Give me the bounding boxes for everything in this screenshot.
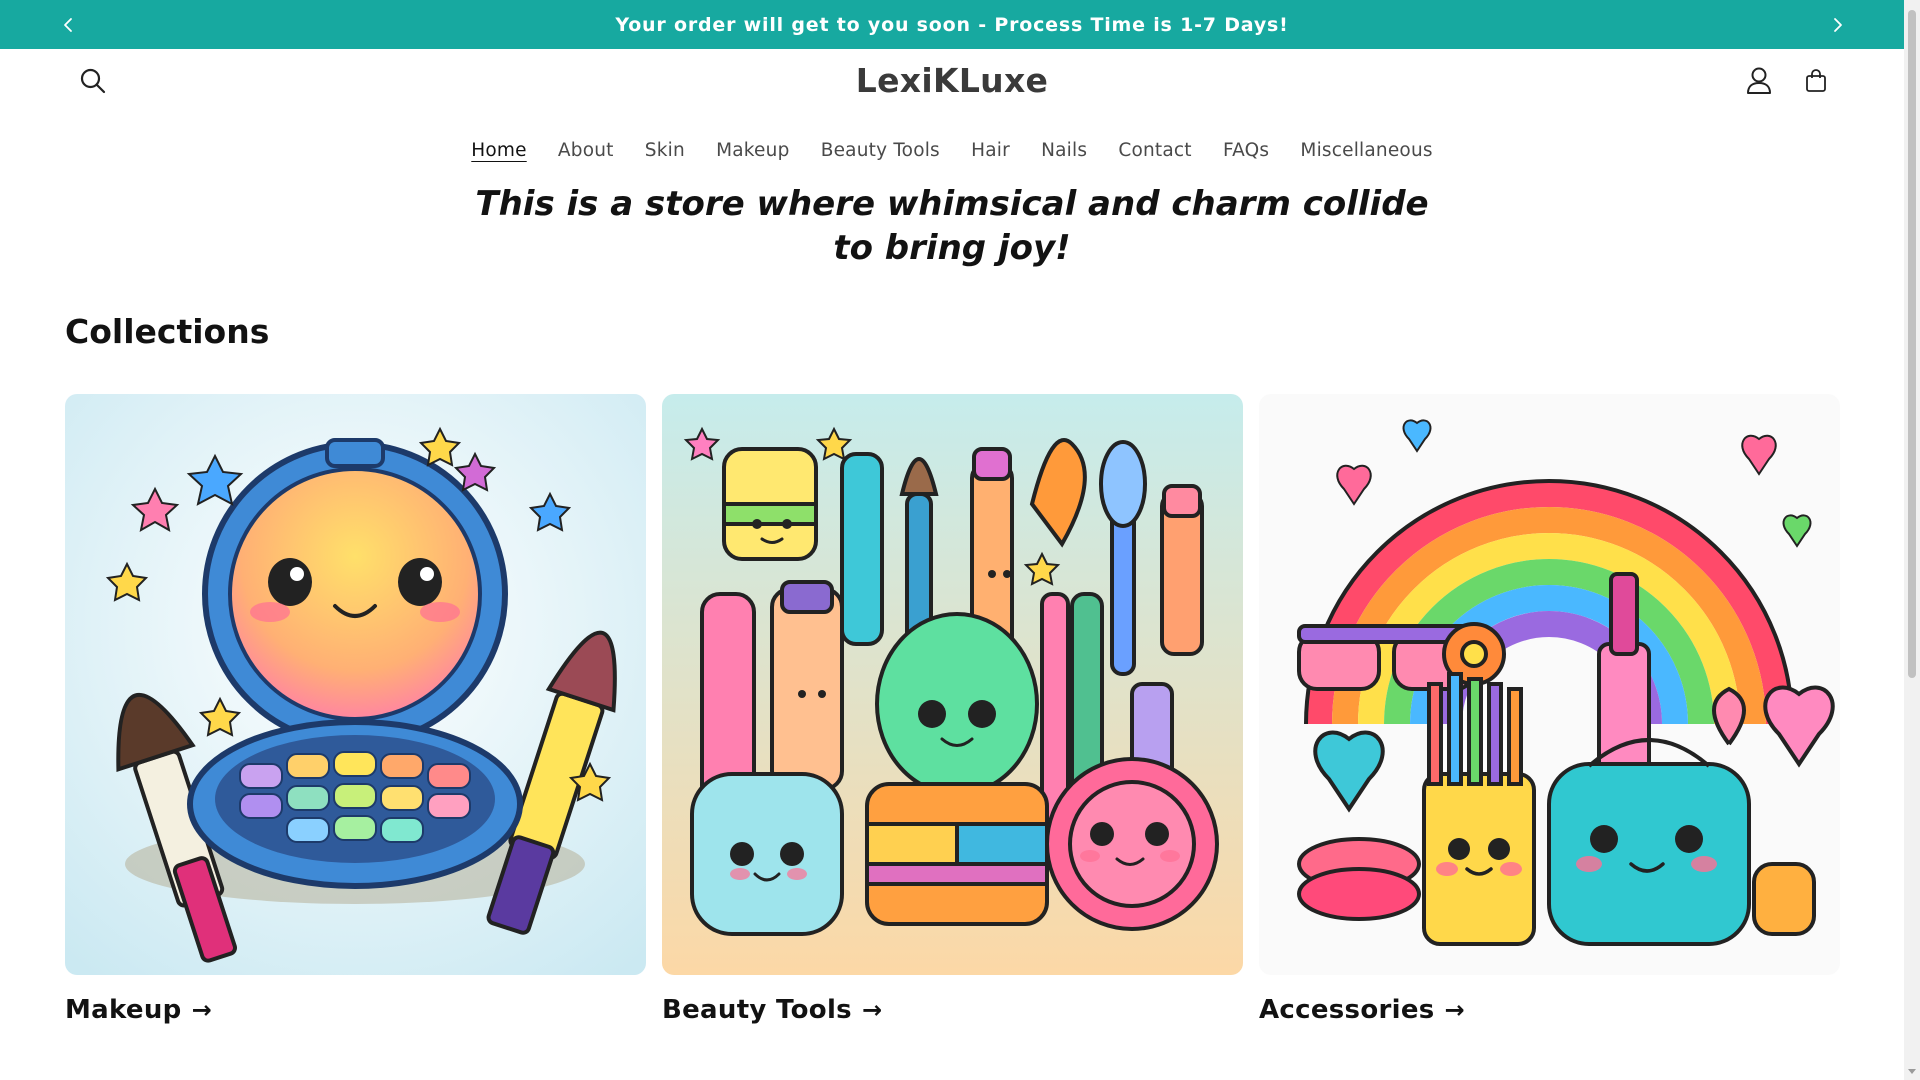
accessories-collection-image[interactable] [1259, 394, 1840, 975]
nav-item-nails[interactable]: Nails [1025, 135, 1102, 167]
site-header: LexiKLuxe [0, 49, 1904, 117]
main-nav: Home About Skin Makeup Beauty Tools Hair… [0, 135, 1904, 167]
collection-link-makeup[interactable]: Makeup → [65, 995, 212, 1025]
scrollbar-thumb[interactable] [1908, 10, 1916, 678]
nav-item-faqs[interactable]: FAQs [1207, 135, 1284, 167]
arrow-right-icon: → [1444, 996, 1465, 1024]
store-logo[interactable]: LexiKLuxe [0, 61, 1904, 100]
collection-label: Beauty Tools [662, 995, 852, 1025]
arrow-right-icon: → [861, 996, 883, 1024]
nav-item-hair[interactable]: Hair [956, 135, 1026, 167]
collection-label: Makeup [65, 995, 182, 1025]
nav-item-beauty-tools[interactable]: Beauty Tools [805, 135, 955, 167]
nav-item-miscellaneous[interactable]: Miscellaneous [1285, 135, 1449, 167]
scroll-down-arrow-icon[interactable] [1907, 1068, 1917, 1076]
user-icon[interactable] [1737, 59, 1781, 103]
collection-link-beauty-tools[interactable]: Beauty Tools → [662, 995, 882, 1025]
scrollbar[interactable] [1904, 0, 1920, 1080]
collection-link-accessories[interactable]: Accessories → [1259, 995, 1465, 1025]
chevron-left-icon[interactable] [55, 12, 81, 38]
makeup-collection-image[interactable] [65, 394, 646, 975]
chevron-right-icon[interactable] [1825, 12, 1851, 38]
store-tagline: This is a store where whimsical and char… [475, 184, 1429, 268]
nav-item-skin[interactable]: Skin [629, 135, 700, 167]
collection-card-makeup[interactable]: Makeup → [65, 394, 646, 1025]
page: Your order will get to you soon - Proces… [0, 0, 1920, 1080]
collection-label: Accessories [1259, 995, 1435, 1025]
collection-card-beauty-tools[interactable]: Beauty Tools → [662, 394, 1243, 1025]
announcement-text: Your order will get to you soon - Proces… [615, 13, 1289, 36]
beauty-tools-collection-image[interactable] [662, 394, 1243, 975]
nav-item-about[interactable]: About [542, 135, 629, 167]
nav-item-makeup[interactable]: Makeup [701, 135, 806, 167]
nav-item-home[interactable]: Home [456, 135, 543, 167]
arrow-right-icon: → [191, 996, 212, 1024]
collection-card-accessories[interactable]: Accessories → [1259, 394, 1840, 1025]
nav-item-contact[interactable]: Contact [1103, 135, 1208, 167]
announcement-bar: Your order will get to you soon - Proces… [0, 0, 1904, 49]
shopping-bag-icon[interactable] [1794, 59, 1838, 103]
collections-heading: Collections [65, 312, 270, 351]
